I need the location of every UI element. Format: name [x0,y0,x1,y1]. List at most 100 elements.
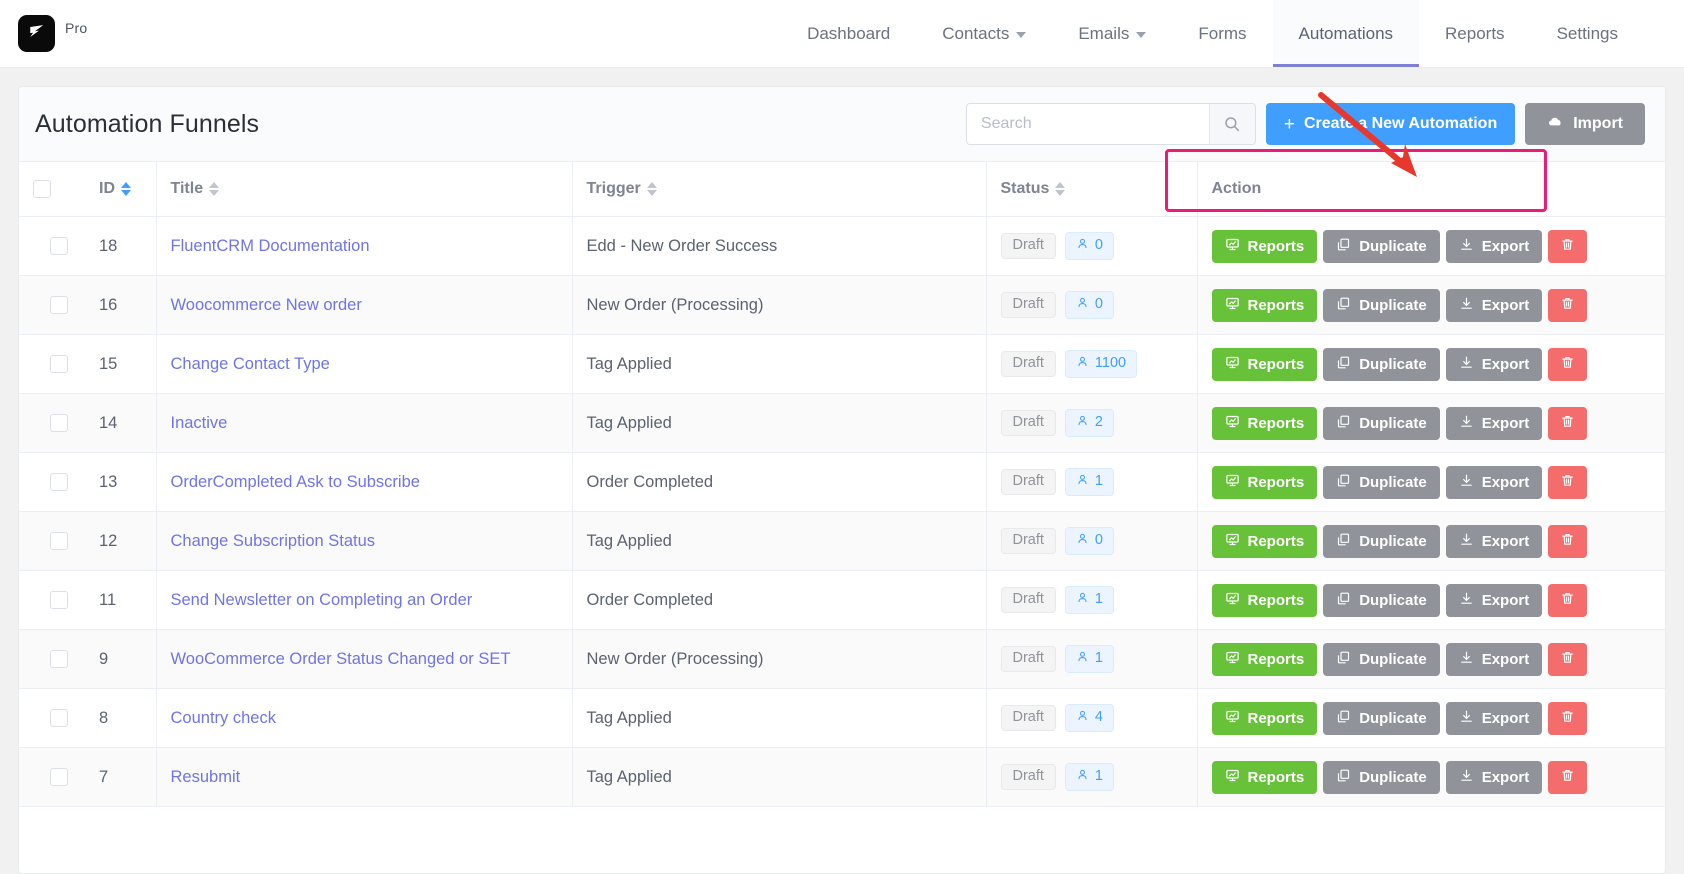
column-label-status: Status [1000,180,1050,198]
nav-item-automations[interactable]: Automations [1272,0,1420,67]
duplicate-button[interactable]: Duplicate [1323,347,1440,381]
nav-label-settings: Settings [1556,23,1618,43]
duplicate-button-label: Duplicate [1359,650,1427,668]
row-title-link[interactable]: Change Contact Type [171,355,330,373]
nav-item-settings[interactable]: Settings [1531,0,1644,67]
duplicate-button[interactable]: Duplicate [1323,465,1440,499]
column-header-title[interactable]: Title [156,160,572,218]
status-badge: Draft [1000,351,1056,377]
nav-item-reports[interactable]: Reports [1419,0,1531,67]
sort-status-icon[interactable] [1055,182,1066,197]
export-button[interactable]: Export [1445,642,1543,676]
column-header-id[interactable]: ID [85,160,156,218]
delete-button[interactable] [1548,406,1588,440]
duplicate-button[interactable]: Duplicate [1323,229,1440,263]
delete-button[interactable] [1548,288,1588,322]
export-button[interactable]: Export [1445,760,1543,794]
nav-item-dashboard[interactable]: Dashboard [781,0,916,67]
row-title-link[interactable]: FluentCRM Documentation [171,237,370,255]
duplicate-button[interactable]: Duplicate [1323,406,1440,440]
reports-button[interactable]: Reports [1211,347,1318,381]
export-button[interactable]: Export [1445,701,1543,735]
export-button[interactable]: Export [1445,583,1543,617]
export-button[interactable]: Export [1445,229,1543,263]
row-checkbox[interactable] [50,650,68,669]
delete-button[interactable] [1548,760,1588,794]
duplicate-button[interactable]: Duplicate [1323,288,1440,322]
reports-button[interactable]: Reports [1211,524,1318,558]
nav-item-contacts[interactable]: Contacts [916,0,1052,67]
row-action-cell: Reports Duplicate Export [1197,511,1665,572]
copy-icon [1336,532,1351,551]
import-button-label: Import [1573,115,1623,132]
import-button[interactable]: Import [1525,103,1645,145]
create-a-new-automation-button[interactable]: + Create a New Automation [1265,103,1516,145]
duplicate-button[interactable]: Duplicate [1323,642,1440,676]
duplicate-button-label: Duplicate [1359,414,1427,432]
column-header-trigger[interactable]: Trigger [572,160,986,218]
row-title-link[interactable]: Woocommerce New order [171,296,362,314]
contact-count-badge: 4 [1064,704,1114,732]
delete-button[interactable] [1548,229,1588,263]
download-icon [1459,768,1474,787]
reports-button[interactable]: Reports [1211,406,1318,440]
duplicate-button[interactable]: Duplicate [1323,583,1440,617]
row-checkbox[interactable] [50,473,68,492]
row-title-link[interactable]: Inactive [171,414,228,432]
row-title-link[interactable]: Resubmit [171,768,241,786]
nav-label-dashboard: Dashboard [807,23,891,43]
reports-button[interactable]: Reports [1211,760,1318,794]
delete-button[interactable] [1548,524,1588,558]
duplicate-button[interactable]: Duplicate [1323,524,1440,558]
export-button[interactable]: Export [1445,288,1543,322]
row-status-cell: Draft 4 [986,688,1198,749]
row-checkbox[interactable] [50,709,68,728]
reports-button[interactable]: Reports [1211,229,1318,263]
select-all-checkbox[interactable] [33,180,51,198]
row-checkbox[interactable] [50,591,68,610]
delete-button[interactable] [1548,347,1588,381]
export-button[interactable]: Export [1445,465,1543,499]
row-checkbox[interactable] [50,237,68,256]
delete-button[interactable] [1548,583,1588,617]
row-title-link[interactable]: OrderCompleted Ask to Subscribe [171,473,420,491]
reports-button[interactable]: Reports [1211,465,1318,499]
delete-button[interactable] [1548,642,1588,676]
row-checkbox[interactable] [50,355,68,374]
nav-item-emails[interactable]: Emails [1052,0,1172,67]
sort-id-icon[interactable] [121,182,131,197]
row-checkbox[interactable] [50,768,68,787]
user-icon [1076,709,1089,726]
search-box[interactable] [965,103,1256,145]
nav-item-forms[interactable]: Forms [1172,0,1272,67]
download-icon [1459,709,1474,728]
row-title-link[interactable]: Change Subscription Status [171,532,376,550]
row-title-link[interactable]: Send Newsletter on Completing an Order [171,591,473,609]
row-checkbox[interactable] [50,296,68,315]
duplicate-button[interactable]: Duplicate [1323,760,1440,794]
delete-button[interactable] [1548,701,1588,735]
reports-button[interactable]: Reports [1211,701,1318,735]
sort-trigger-icon[interactable] [646,182,657,197]
row-title-link[interactable]: WooCommerce Order Status Changed or SET [171,650,511,668]
table-row: 13 OrderCompleted Ask to Subscribe Order C… [19,452,1665,513]
reports-button[interactable]: Reports [1211,288,1318,322]
row-checkbox[interactable] [50,532,68,551]
row-checkbox[interactable] [50,414,68,433]
export-button[interactable]: Export [1445,524,1543,558]
reports-button[interactable]: Reports [1211,642,1318,676]
duplicate-button[interactable]: Duplicate [1323,701,1440,735]
reports-button[interactable]: Reports [1211,583,1318,617]
column-header-status[interactable]: Status [986,160,1197,218]
search-icon[interactable] [1208,104,1255,144]
row-title-link[interactable]: Country check [171,709,276,727]
export-button-label: Export [1481,414,1530,432]
copy-icon [1336,591,1351,610]
search-input[interactable] [966,104,1209,144]
sort-title-icon[interactable] [209,182,220,197]
export-button[interactable]: Export [1445,347,1543,381]
row-action-cell: Reports Duplicate Export [1197,570,1665,631]
chart-presentation-icon [1225,473,1240,492]
delete-button[interactable] [1548,465,1588,499]
export-button[interactable]: Export [1445,406,1543,440]
